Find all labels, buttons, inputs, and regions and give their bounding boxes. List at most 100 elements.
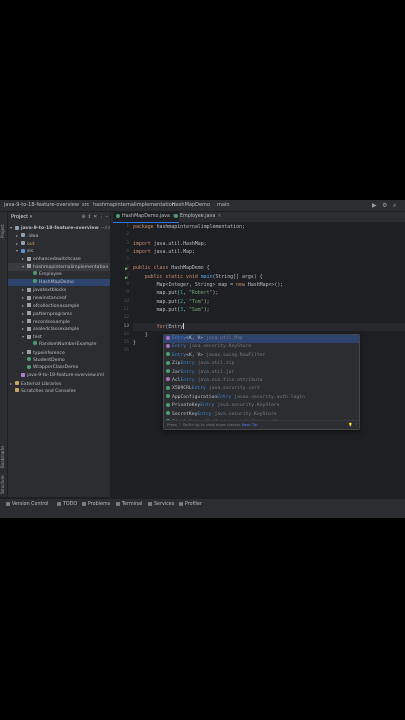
- completion-match: Entry: [217, 394, 232, 400]
- class-icon: [166, 402, 170, 407]
- tree-item[interactable]: StudentDemo: [8, 357, 110, 365]
- search-everywhere-icon[interactable]: ⌕: [393, 200, 396, 211]
- close-icon[interactable]: ×: [217, 214, 221, 219]
- tree-item[interactable]: ▸ enhancedswitchcase: [8, 255, 110, 263]
- next-tip-link[interactable]: Next Tip: [242, 422, 258, 427]
- project-tool-tab[interactable]: Project: [0, 216, 7, 246]
- tab-employee[interactable]: Employee.java ×: [171, 212, 224, 222]
- completion-item[interactable]: SecretKeyEntry java.security.KeyStore: [164, 411, 359, 419]
- tree-item-label: test: [33, 335, 42, 341]
- nav-folder[interactable]: src: [82, 200, 89, 211]
- tree-item[interactable]: ▸ ofcollectionexample: [8, 302, 110, 310]
- terminal-tool[interactable]: Terminal: [116, 499, 142, 511]
- tree-item[interactable]: RandomNumberExample: [8, 341, 110, 349]
- bookmarks-tool-tab[interactable]: Bookmarks: [0, 444, 7, 470]
- tree-item[interactable]: ▾java-9-to-18-feature-overview~/IdeaProj: [8, 224, 110, 232]
- completion-item[interactable]: X509CRLEntry java.security.cert: [164, 385, 359, 393]
- profiler-icon: [179, 501, 183, 506]
- completion-package: java.security.KeyStore: [217, 403, 280, 409]
- completion-item[interactable]: Entry<K, V> java.util.Map: [164, 335, 359, 344]
- editor-tabs: HashMapDemo.java× Employee.java×: [111, 212, 405, 223]
- todo-tool[interactable]: TODO: [57, 499, 77, 511]
- tree-item[interactable]: ▾ test: [8, 333, 110, 341]
- completion-generics: <K, V>: [186, 352, 204, 358]
- completion-item[interactable]: AppConfigurationEntry javax.security.auth…: [164, 394, 359, 402]
- hide-icon[interactable]: –: [106, 214, 109, 220]
- tree-item[interactable]: ▸ newinstanceof: [8, 294, 110, 302]
- completion-package: java.security.cert: [208, 386, 260, 392]
- code-line: 9 map.put(1, "Robert");: [126, 290, 219, 297]
- bulb-icon[interactable]: 💡 ⋮: [348, 421, 358, 429]
- project-panel-header: Project ▾ ⊕ ⇕ ✕ ⋮ –: [11, 214, 109, 220]
- tree-item[interactable]: ▸ .idea: [8, 232, 110, 240]
- tree-item-label: java-9-to-18-feature-overview: [21, 226, 99, 231]
- collapse-icon[interactable]: ⇕: [87, 214, 91, 220]
- tree-item[interactable]: Scratches and Consoles: [8, 388, 110, 396]
- completion-name: AppConfiguration: [172, 394, 218, 400]
- tree-item[interactable]: java-9-to-18-feature-overview.iml: [8, 372, 110, 380]
- tree-item[interactable]: ▸ typeinference: [8, 349, 110, 357]
- tree-item[interactable]: ▸ sealedclassexample: [8, 325, 110, 333]
- completion-match: Entry: [180, 361, 195, 367]
- tree-item-label: typeinference: [33, 350, 65, 356]
- completion-item[interactable]: PrivateKeyEntry java.security.KeyStore: [164, 402, 359, 410]
- code-line: 4 import java.util.Map;: [126, 248, 195, 255]
- pkg-icon: [27, 319, 31, 324]
- problems-tool[interactable]: Problems: [82, 499, 110, 511]
- tree-item-label: sealedclassexample: [33, 327, 80, 333]
- current-code-line: 13 for(Entry: [123, 322, 405, 331]
- tree-item[interactable]: ▸ out: [8, 240, 110, 248]
- left-tool-stripe: Project Bookmarks Structure: [0, 212, 8, 497]
- completion-item[interactable]: Entry java.security.KeyStore: [164, 343, 359, 351]
- completion-item[interactable]: JarEntry java.util.jar: [164, 369, 359, 377]
- folder-icon: [15, 225, 19, 230]
- nav-project[interactable]: java-9-to-18-feature-overview: [4, 200, 79, 211]
- pkg-icon: [27, 326, 31, 331]
- completion-item[interactable]: ZipEntry java.util.zip: [164, 360, 359, 368]
- options-icon[interactable]: ⋮: [99, 214, 104, 220]
- cls-icon: [33, 341, 37, 346]
- tree-item[interactable]: ▸ patternprograms: [8, 310, 110, 318]
- services-tool[interactable]: Services: [148, 499, 174, 511]
- version-control-tool[interactable]: Version Control: [6, 499, 49, 511]
- code-line: 3 import java.util.HashMap;: [126, 240, 207, 247]
- tree-item[interactable]: Employee: [8, 271, 110, 279]
- tree-item-label: Scratches and Consoles: [21, 388, 76, 394]
- nav-method[interactable]: main: [217, 200, 230, 211]
- completion-package: java.util.jar: [197, 369, 235, 375]
- tree-item[interactable]: ▾ hashmapinternalimplementation: [8, 262, 110, 271]
- navigation-bar: java-9-to-18-feature-overview src hashma…: [0, 200, 405, 212]
- nav-class[interactable]: HashMapDemo: [172, 200, 210, 211]
- class-icon: [166, 411, 170, 416]
- tree-item-label: java-9-to-18-feature-overview.iml: [27, 373, 104, 379]
- pkg-icon: [27, 350, 31, 355]
- tab-hashmapdemo[interactable]: HashMapDemo.java×: [113, 212, 179, 223]
- tree-item-label: WrapperClassDemo: [33, 365, 79, 371]
- profiler-tool[interactable]: Profiler: [179, 499, 202, 511]
- tree-item[interactable]: ▸ External Libraries: [8, 380, 110, 388]
- tree-item[interactable]: HashMapDemo: [8, 278, 110, 287]
- tree-item[interactable]: ▸ recordsexample: [8, 318, 110, 326]
- debug-icon[interactable]: ⚙: [382, 200, 387, 211]
- completion-item[interactable]: AclEntry java.nio.file.attribute: [164, 377, 359, 385]
- expand-icon[interactable]: ✕: [93, 214, 97, 220]
- services-icon: [148, 501, 152, 506]
- tree-item[interactable]: ▾ src: [8, 247, 110, 255]
- tree-item[interactable]: ▸ javatextblocks: [8, 286, 110, 294]
- completion-generics: <K, V>: [186, 336, 204, 341]
- completion-name: Entry: [172, 352, 187, 358]
- class-icon: [166, 394, 170, 399]
- completion-item[interactable]: Entry<K, V> javax.swing.RowFilter: [164, 352, 359, 360]
- run-config-icon[interactable]: ▶: [372, 200, 377, 211]
- folder-icon: [21, 241, 25, 246]
- structure-tool-tab[interactable]: Structure: [0, 474, 7, 496]
- project-panel-title[interactable]: Project: [11, 214, 28, 220]
- pkg-icon: [27, 295, 31, 300]
- completion-match: Entry: [180, 377, 195, 383]
- completion-footer: Press ^ Shift+Up to view more classes Ne…: [164, 420, 359, 429]
- tree-item[interactable]: WrapperClassDemo: [8, 364, 110, 372]
- bottom-tool-bar: Version Control TODO Problems Terminal S…: [0, 498, 405, 511]
- locate-icon[interactable]: ⊕: [82, 214, 86, 220]
- nav-package[interactable]: hashmapinternalimplementation: [93, 200, 175, 211]
- completion-package: java.nio.file.attribute: [197, 377, 263, 383]
